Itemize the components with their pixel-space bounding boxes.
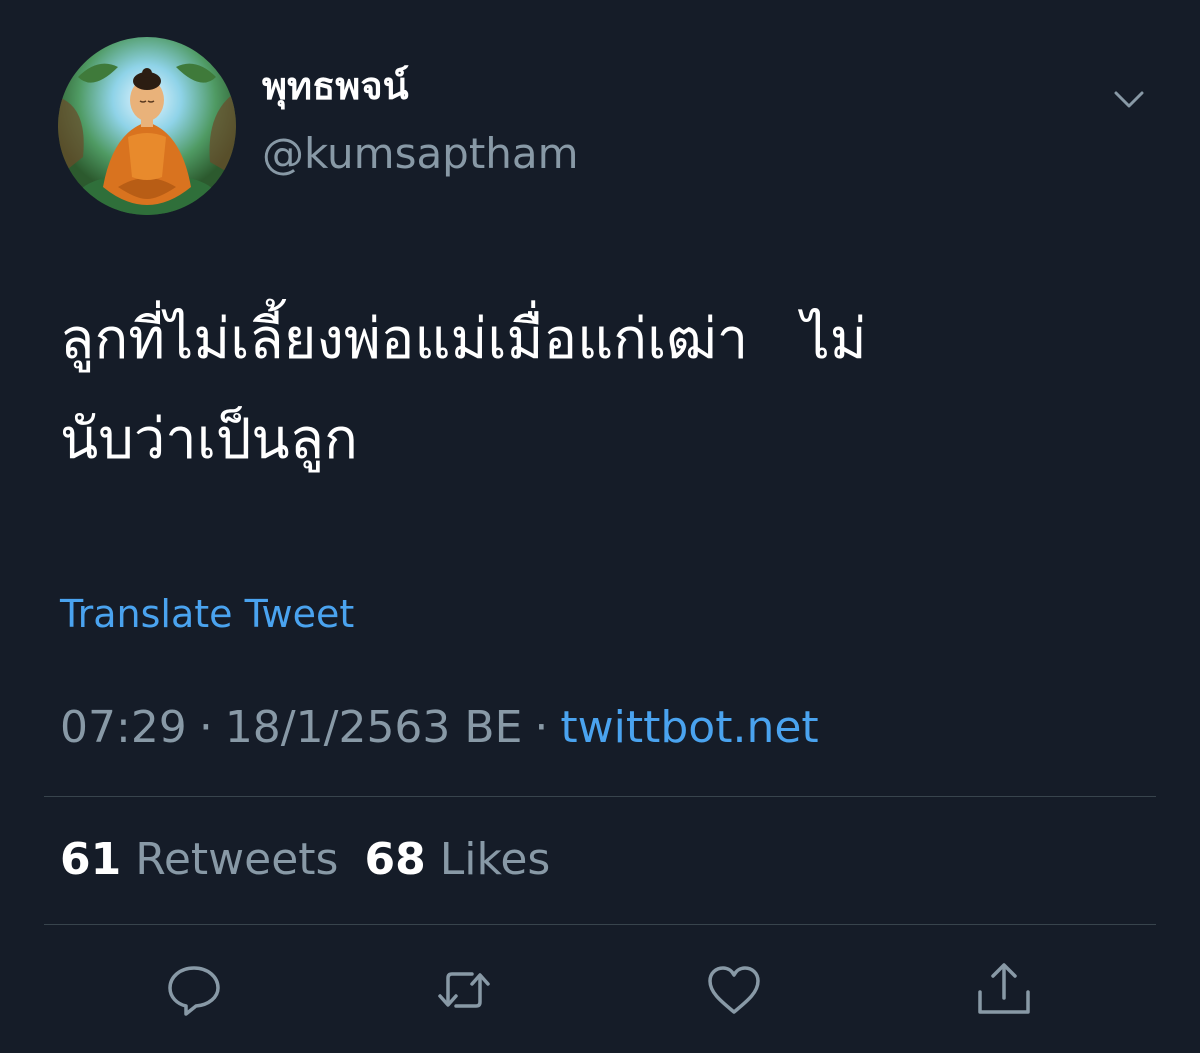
separator: ·: [534, 702, 549, 753]
divider: [44, 924, 1156, 925]
share-icon[interactable]: [974, 960, 1034, 1020]
tweet-detail: พุทธพจน์ @kumsaptham ลูกที่ไม่เลี้ยงพ่อแ…: [0, 0, 1200, 1053]
divider: [44, 796, 1156, 797]
retweets-count: 61: [60, 834, 122, 885]
likes-label: Likes: [439, 834, 551, 885]
tweet-time: 07:29: [60, 702, 187, 753]
buddha-avatar-icon: [58, 37, 236, 215]
tweet-metadata: 07:29 · 18/1/2563 BE · twittbot.net: [60, 700, 819, 756]
likes-count: 68: [364, 834, 426, 885]
author-display-name[interactable]: พุทธพจน์: [262, 62, 409, 110]
likes-stat[interactable]: 68 Likes: [364, 834, 550, 885]
tweet-text: ลูกที่ไม่เลี้ยงพ่อแม่เมื่อแก่เฒ่า ไม่ นั…: [60, 307, 867, 472]
avatar[interactable]: [58, 37, 236, 215]
separator: ·: [198, 702, 213, 753]
source-link[interactable]: twittbot.net: [560, 702, 818, 753]
retweet-icon[interactable]: [434, 960, 494, 1020]
engagement-stats: 61 Retweets 68 Likes: [60, 832, 550, 888]
tweet-actions: [0, 960, 1200, 1020]
tweet-date: 18/1/2563 BE: [224, 702, 523, 753]
reply-icon[interactable]: [164, 960, 224, 1020]
retweets-stat[interactable]: 61 Retweets: [60, 834, 338, 885]
chevron-down-icon[interactable]: [1110, 80, 1148, 118]
translate-tweet-link[interactable]: Translate Tweet: [60, 590, 354, 638]
like-icon[interactable]: [704, 960, 764, 1020]
author-handle[interactable]: @kumsaptham: [262, 128, 579, 180]
retweets-label: Retweets: [135, 834, 339, 885]
